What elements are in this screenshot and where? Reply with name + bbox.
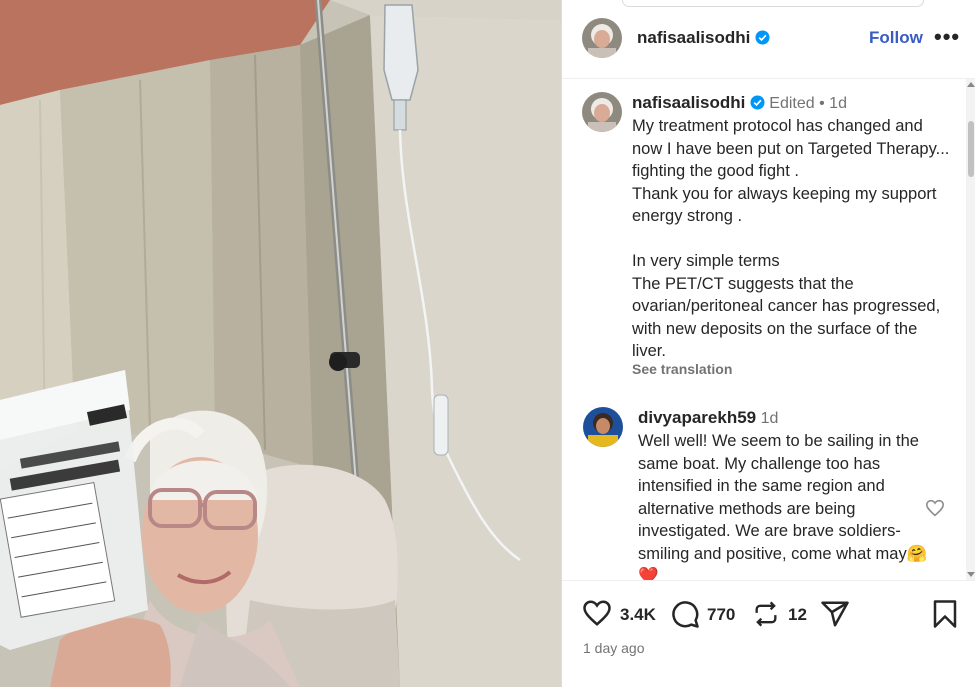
heart-small-icon[interactable] xyxy=(925,499,945,517)
share-icon[interactable] xyxy=(820,599,850,629)
comment-meta-row: divyaparekh59 1d xyxy=(638,408,778,428)
author-username[interactable]: nafisaalisodhi xyxy=(637,28,750,47)
follow-button[interactable]: Follow xyxy=(869,28,923,48)
commenter-username[interactable]: divyaparekh59 xyxy=(638,408,756,427)
post-time-ago: 1 day ago xyxy=(583,640,645,656)
comment-text: Well well! We seem to be sailing in the … xyxy=(638,430,928,580)
comment-body: Well well! We seem to be sailing in the … xyxy=(638,432,919,563)
author-avatar[interactable] xyxy=(582,18,622,58)
bookmark-icon[interactable] xyxy=(932,599,958,629)
comments-count[interactable]: 770 xyxy=(707,605,735,625)
more-options-icon[interactable]: ••• xyxy=(934,24,960,50)
likes-count[interactable]: 3.4K xyxy=(620,605,656,625)
post-sidebar: nafisaalisodhi Follow ••• nafisaalisodhi xyxy=(561,0,975,687)
repost-icon[interactable] xyxy=(752,599,780,629)
action-bar: 3.4K 770 12 1 day ago xyxy=(562,580,975,688)
edited-label: Edited xyxy=(769,95,815,112)
verified-badge-icon xyxy=(755,30,770,45)
commenter-avatar[interactable] xyxy=(583,407,623,447)
comment-icon[interactable] xyxy=(670,599,700,629)
comments-scroll-area[interactable]: nafisaalisodhi Edited • 1d My treatment … xyxy=(562,79,975,580)
heart-icon[interactable] xyxy=(582,599,612,627)
post-header: nafisaalisodhi Follow ••• xyxy=(562,0,975,79)
scroll-down-arrow-icon[interactable] xyxy=(967,572,975,577)
author-name-row: nafisaalisodhi xyxy=(637,28,770,48)
reposts-count[interactable]: 12 xyxy=(788,605,807,625)
caption-meta-row: nafisaalisodhi Edited • 1d xyxy=(632,93,847,113)
caption-text: My treatment protocol has changed and no… xyxy=(632,117,950,360)
post-photo xyxy=(0,0,561,687)
caption-username[interactable]: nafisaalisodhi xyxy=(632,93,745,112)
meta-separator: • xyxy=(819,95,825,112)
scroll-up-arrow-icon[interactable] xyxy=(967,82,975,87)
scrollbar-thumb[interactable] xyxy=(968,121,974,177)
verified-badge-icon xyxy=(750,95,765,110)
comment-age: 1d xyxy=(760,410,779,427)
comments-scrollbar[interactable] xyxy=(966,79,975,580)
caption-avatar[interactable] xyxy=(582,92,622,132)
see-translation-link[interactable]: See translation xyxy=(632,361,732,377)
caption-age: 1d xyxy=(829,95,847,112)
